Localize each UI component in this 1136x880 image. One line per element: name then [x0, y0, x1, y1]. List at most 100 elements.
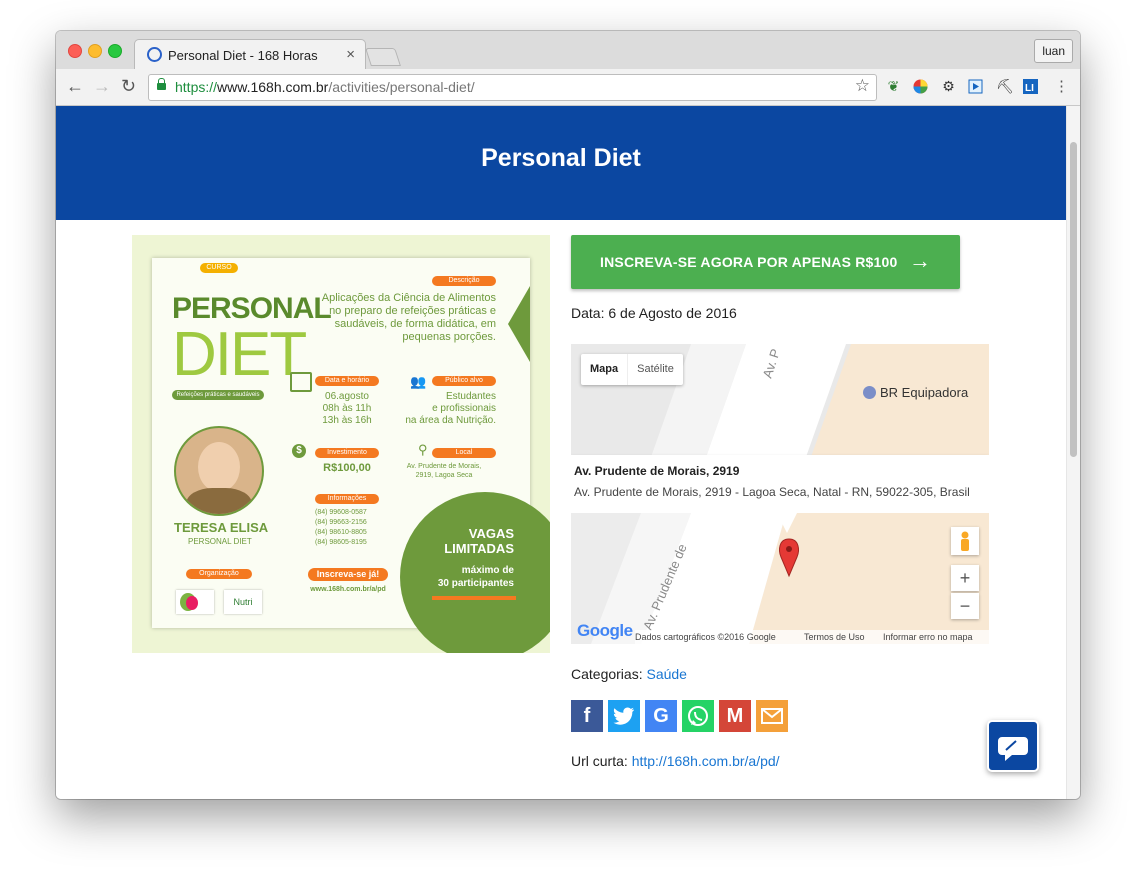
- vagas-line: VAGAS: [468, 526, 514, 541]
- map-type-control[interactable]: Mapa Satélite: [581, 354, 683, 385]
- map-info-address: Av. Prudente de Morais, 2919 - Lagoa Sec…: [574, 485, 970, 499]
- flyer-cta: Inscreva-se já!: [308, 568, 388, 581]
- flyer-phones: (84) 99608-0587 (84) 99663-2156 (84) 98610…: [315, 508, 385, 548]
- flyer-phone: (84) 98605-8195: [315, 539, 367, 546]
- flyer-local-line: Av. Prudente de Morais,: [406, 463, 482, 470]
- event-date-value: 6 de Agosto de 2016: [608, 305, 737, 321]
- lock-icon: [157, 78, 166, 90]
- address-bar[interactable]: https://www.168h.com.br/activities/perso…: [148, 74, 877, 101]
- scrollbar-thumb[interactable]: [1070, 142, 1077, 457]
- location-map[interactable]: Av. P Mapa Satélite BR Equipadora Av. Pr…: [571, 344, 989, 644]
- page-scrollbar[interactable]: [1066, 106, 1080, 799]
- flyer-time-line: 13h às 16h: [322, 415, 372, 426]
- map-type-map-button[interactable]: Mapa: [581, 354, 627, 385]
- url-path: /activities/personal-diet/: [328, 79, 475, 95]
- google-share-icon[interactable]: G: [645, 700, 677, 732]
- map-tiles-bottom: Av. Prudente de: [571, 513, 989, 644]
- reload-icon[interactable]: ↻: [121, 76, 136, 96]
- chat-bubble-icon: [998, 737, 1028, 761]
- url-scheme: https://: [175, 79, 218, 95]
- li-extension-icon[interactable]: LI: [1023, 79, 1038, 94]
- vagas-text: VAGAS LIMITADAS: [414, 526, 514, 556]
- browser-window: Personal Diet - 168 Horas × luan ← → ↻ h…: [56, 31, 1080, 799]
- flyer-card: CURSO PERSONAL DIET Refeições práticas e…: [152, 258, 550, 653]
- pegman-icon[interactable]: [951, 527, 979, 555]
- map-report-link[interactable]: Informar erro no mapa: [883, 630, 973, 644]
- flyer-audience-line: Estudantes: [445, 391, 496, 402]
- address-url[interactable]: https://www.168h.com.br/activities/perso…: [175, 79, 475, 95]
- twitter-share-icon[interactable]: [608, 700, 640, 732]
- chat-button[interactable]: [987, 720, 1039, 772]
- flyer-audience-label: Público alvo: [432, 376, 496, 386]
- whatsapp-share-icon[interactable]: [682, 700, 714, 732]
- signup-button[interactable]: INSCREVA-SE AGORA POR APENAS R$100 →: [571, 235, 960, 289]
- play-extension-icon[interactable]: [968, 79, 983, 94]
- flyer-local-line: 2919, Lagoa Seca: [415, 472, 473, 479]
- org-logo-nutri: Nutri: [224, 590, 262, 614]
- menu-kebab-icon[interactable]: ⋮: [1054, 79, 1069, 94]
- flyer-local-text: Av. Prudente de Morais, 2919, Lagoa Seca: [392, 462, 496, 480]
- event-flyer-image: CURSO PERSONAL DIET Refeições práticas e…: [132, 235, 550, 653]
- flyer-info-label: Informações: [315, 494, 379, 504]
- shopping-bag-icon: [863, 386, 876, 399]
- page-title: Personal Diet: [481, 144, 641, 172]
- flyer-date-label: Data e horário: [315, 376, 379, 386]
- dollar-icon: $: [292, 444, 306, 458]
- flyer-tagline: Refeições práticas e saudáveis: [172, 390, 264, 400]
- flyer-date-line: 06.agosto: [325, 391, 369, 402]
- flyer-desc-label: Descrição: [432, 276, 496, 286]
- minimize-window-button[interactable]: [88, 44, 102, 58]
- pickaxe-extension-icon[interactable]: ⛏: [996, 79, 1014, 94]
- map-info-window: Av. Prudente de Morais, 2919 Av. Prudent…: [571, 455, 989, 513]
- flyer-cta-url: www.168h.com.br/a/pd: [310, 586, 386, 593]
- flyer-invest-value: R$100,00: [323, 462, 371, 474]
- forward-icon[interactable]: →: [93, 76, 111, 96]
- browser-toolbar: ← → ↻ https://www.168h.com.br/activities…: [56, 69, 1080, 106]
- new-tab-button[interactable]: [365, 48, 401, 66]
- vagas-subtext: máximo de 30 participantes: [414, 564, 514, 590]
- bookmark-star-icon[interactable]: ☆: [855, 76, 870, 96]
- tab-bar: Personal Diet - 168 Horas × luan: [56, 31, 1080, 71]
- short-url-link[interactable]: http://168h.com.br/a/pd/: [632, 753, 780, 769]
- flyer-description: Aplicações da Ciência de Alimentos no pr…: [321, 292, 496, 343]
- evernote-extension-icon[interactable]: ❦: [886, 79, 901, 94]
- flyer-invest-label: Investimento: [315, 448, 379, 458]
- map-type-satellite-button[interactable]: Satélite: [627, 354, 683, 385]
- tab-title: Personal Diet - 168 Horas: [168, 48, 318, 63]
- location-pin-icon: ⚲: [418, 442, 428, 457]
- speaker-photo: [174, 426, 264, 516]
- categories-label: Categorias:: [571, 666, 643, 682]
- map-poi-label: BR Equipadora: [880, 385, 969, 400]
- back-icon[interactable]: ←: [66, 76, 84, 96]
- svg-text:LI: LI: [1025, 83, 1034, 94]
- gmail-share-icon[interactable]: M: [719, 700, 751, 732]
- page-header: Personal Diet: [56, 106, 1066, 220]
- gear-extension-icon[interactable]: ⚙: [941, 79, 956, 94]
- map-zoom-out-button[interactable]: −: [951, 593, 979, 619]
- flyer-audience-line: e profissionais: [432, 403, 496, 414]
- vagas-line: 30 participantes: [437, 578, 514, 589]
- flyer-local-label: Local: [432, 448, 496, 458]
- facebook-share-icon[interactable]: f: [571, 700, 603, 732]
- google-logo: Google: [577, 621, 633, 640]
- vagas-line: máximo de: [461, 565, 514, 576]
- map-attribution-bar: Dados cartográficos ©2016 Google Termos …: [635, 630, 989, 644]
- email-share-icon[interactable]: [756, 700, 788, 732]
- calendar-icon: [290, 372, 312, 392]
- flyer-phone: (84) 99608-0587: [315, 509, 367, 516]
- tab-close-icon[interactable]: ×: [346, 46, 355, 63]
- event-date-label: Data:: [571, 305, 605, 321]
- maximize-window-button[interactable]: [108, 44, 122, 58]
- org-logo-1: [176, 590, 214, 614]
- categories: Categorias: Saúde: [571, 666, 687, 682]
- category-link[interactable]: Saúde: [646, 666, 686, 682]
- flyer-speaker-subtitle: PERSONAL DIET: [188, 537, 252, 546]
- browser-tab[interactable]: Personal Diet - 168 Horas ×: [134, 39, 366, 71]
- map-terms-link[interactable]: Termos de Uso: [804, 630, 865, 644]
- color-picker-extension-icon[interactable]: [913, 79, 928, 94]
- vagas-underline: [432, 596, 516, 600]
- map-poi[interactable]: BR Equipadora: [863, 385, 968, 400]
- map-zoom-in-button[interactable]: +: [951, 565, 979, 591]
- profile-button[interactable]: luan: [1034, 39, 1073, 63]
- close-window-button[interactable]: [68, 44, 82, 58]
